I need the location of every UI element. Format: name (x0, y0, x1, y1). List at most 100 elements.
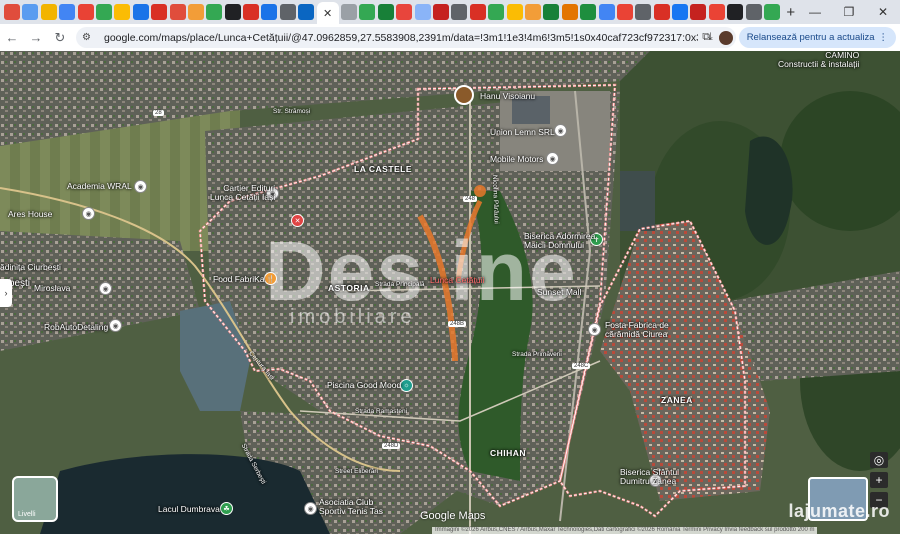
browser-tab[interactable] (40, 4, 57, 20)
browser-tab[interactable] (151, 4, 168, 20)
browser-tab[interactable] (224, 4, 241, 20)
miroslava-pin-icon[interactable]: ◉ (99, 282, 112, 295)
browser-tab[interactable] (132, 4, 149, 20)
close-window-icon[interactable]: ✕ (866, 5, 900, 19)
place-sunset[interactable]: Sunset Mall (537, 288, 581, 297)
browser-tab[interactable] (414, 4, 431, 20)
road-elibera: Street Eliberări (335, 468, 378, 475)
active-tab[interactable]: ✕ (316, 2, 339, 24)
place-food[interactable]: Food FabriKa (213, 275, 265, 284)
browser-tab[interactable] (580, 4, 597, 20)
address-bar[interactable]: ⚙ google.com/maps/place/Lunca+Cetățuii/@… (76, 27, 736, 48)
browser-tab[interactable] (95, 4, 112, 20)
browser-tab[interactable] (561, 4, 578, 20)
site-info-icon[interactable]: ⚙ (82, 32, 98, 43)
browser-tab[interactable] (469, 4, 486, 20)
area-label-chihan: CHIHAN (490, 448, 527, 458)
satellite-map[interactable]: Des ine imobiliare LA CASTELE ASTORIA ZA… (0, 51, 900, 534)
piscina-pin-icon[interactable]: ☼ (400, 379, 413, 392)
browser-tab[interactable] (298, 4, 315, 20)
url-text[interactable]: google.com/maps/place/Lunca+Cetățuii/@47… (104, 32, 698, 44)
fosta-pin-icon[interactable]: ◉ (588, 323, 601, 336)
browser-tab[interactable] (77, 4, 94, 20)
place-lacul[interactable]: Lacul Dumbrava (158, 505, 220, 514)
browser-tab[interactable] (708, 4, 725, 20)
browser-tab[interactable] (488, 4, 505, 20)
browser-tab[interactable] (764, 4, 781, 20)
place-ciurbesti[interactable]: ădinița Ciurbești (0, 263, 61, 272)
browser-tab[interactable] (4, 4, 20, 20)
place-piscina[interactable]: Piscina Good Mood (327, 381, 401, 390)
browser-tab[interactable] (727, 4, 744, 20)
reload-icon[interactable]: ↻ (48, 30, 72, 46)
browser-tab[interactable] (672, 4, 689, 20)
browser-tab[interactable] (653, 4, 670, 20)
locate-icon[interactable]: ◎ (870, 452, 888, 468)
watermark-sub: imobiliare (290, 306, 416, 328)
union-pin-icon[interactable]: ◉ (554, 124, 567, 137)
academia-pin-icon[interactable]: ◉ (134, 180, 147, 193)
place-miroslava[interactable]: Miroslava (34, 284, 70, 293)
asociatia-pin-icon[interactable]: ◉ (304, 502, 317, 515)
place-cartier[interactable]: Cartier Edituri Lunca Cetății Iași (210, 184, 275, 202)
browser-tab[interactable] (206, 4, 223, 20)
place-camino[interactable]: CAMINO Constructii & instalații (778, 51, 859, 69)
food-pin-icon[interactable]: 🍴 (264, 272, 277, 285)
forward-icon[interactable]: → (24, 30, 48, 45)
download-icon[interactable]: ⤓ (708, 31, 713, 44)
place-fosta[interactable]: Fosta Fabrica de cărămidă Ciurea (605, 321, 669, 339)
ares-pin-icon[interactable]: ◉ (82, 207, 95, 220)
browser-tab[interactable] (524, 4, 541, 20)
place-ares[interactable]: Ares House (8, 210, 52, 219)
browser-tab[interactable] (616, 4, 633, 20)
new-tab-icon[interactable]: + (786, 4, 795, 21)
browser-tab[interactable] (506, 4, 523, 20)
browser-tab[interactable] (59, 4, 76, 20)
zoom-in-button[interactable]: + (870, 472, 888, 488)
place-biserica2[interactable]: Biserica Sfântul Dumitru Zanea (620, 468, 679, 486)
layers-button[interactable]: Livelli (12, 476, 58, 522)
relaunch-button[interactable]: Relansează pentru a actualiza ⋮ (738, 27, 896, 48)
browser-tab[interactable] (114, 4, 131, 20)
place-robauto[interactable]: RobAutoDetaling (44, 323, 108, 332)
browser-tab[interactable] (690, 4, 707, 20)
hanu-photo-pin[interactable] (454, 85, 474, 105)
place-lunca[interactable]: Lunca Cetățuii (430, 276, 484, 285)
relaunch-label: Relansează pentru a actualiza (746, 32, 875, 43)
browser-tab[interactable] (543, 4, 560, 20)
red-pin-icon[interactable]: ✕ (291, 214, 304, 227)
robauto-pin-icon[interactable]: ◉ (109, 319, 122, 332)
browser-tab[interactable] (598, 4, 615, 20)
minimize-icon[interactable]: — (798, 5, 832, 19)
road-shield-248d: 248D (382, 443, 401, 449)
maximize-icon[interactable]: ❐ (832, 5, 866, 19)
browser-tab[interactable] (169, 4, 186, 20)
browser-tab[interactable] (745, 4, 762, 20)
place-hanu[interactable]: Hanu Visoianu (480, 92, 535, 101)
browser-tab[interactable] (243, 4, 260, 20)
area-label-zanea: ZANEA (661, 395, 693, 405)
browser-tab[interactable] (451, 4, 468, 20)
mobile-pin-icon[interactable]: ◉ (546, 152, 559, 165)
place-biserica1[interactable]: Biserica Adormirea Maicii Domnului (524, 232, 595, 250)
browser-tab[interactable] (22, 4, 39, 20)
place-mobile[interactable]: Mobile Motors (490, 155, 543, 164)
place-asociatia[interactable]: Asociatia Club Sportiv Tenis Tas (319, 498, 383, 516)
browser-tab[interactable] (635, 4, 652, 20)
back-icon[interactable]: ← (0, 30, 24, 45)
browser-tab[interactable] (359, 4, 376, 20)
browser-tab[interactable] (279, 4, 296, 20)
browser-tab[interactable] (432, 4, 449, 20)
map-attribution: Immagini ©2026 Airbus,CNES / Airbus,Maxa… (432, 527, 818, 534)
road-shield-28: 28 (153, 110, 164, 116)
profile-avatar[interactable] (718, 30, 733, 45)
place-union[interactable]: Union Lemn SRL (490, 128, 555, 137)
place-academia[interactable]: Academia WRAL (67, 182, 132, 191)
side-panel-toggle[interactable]: › (0, 279, 12, 307)
browser-tab[interactable] (261, 4, 278, 20)
browser-tab[interactable] (341, 4, 358, 20)
browser-tab[interactable] (377, 4, 394, 20)
browser-tab[interactable] (396, 4, 413, 20)
lacul-pin-icon[interactable]: ☘ (220, 502, 233, 515)
browser-tab[interactable] (187, 4, 204, 20)
